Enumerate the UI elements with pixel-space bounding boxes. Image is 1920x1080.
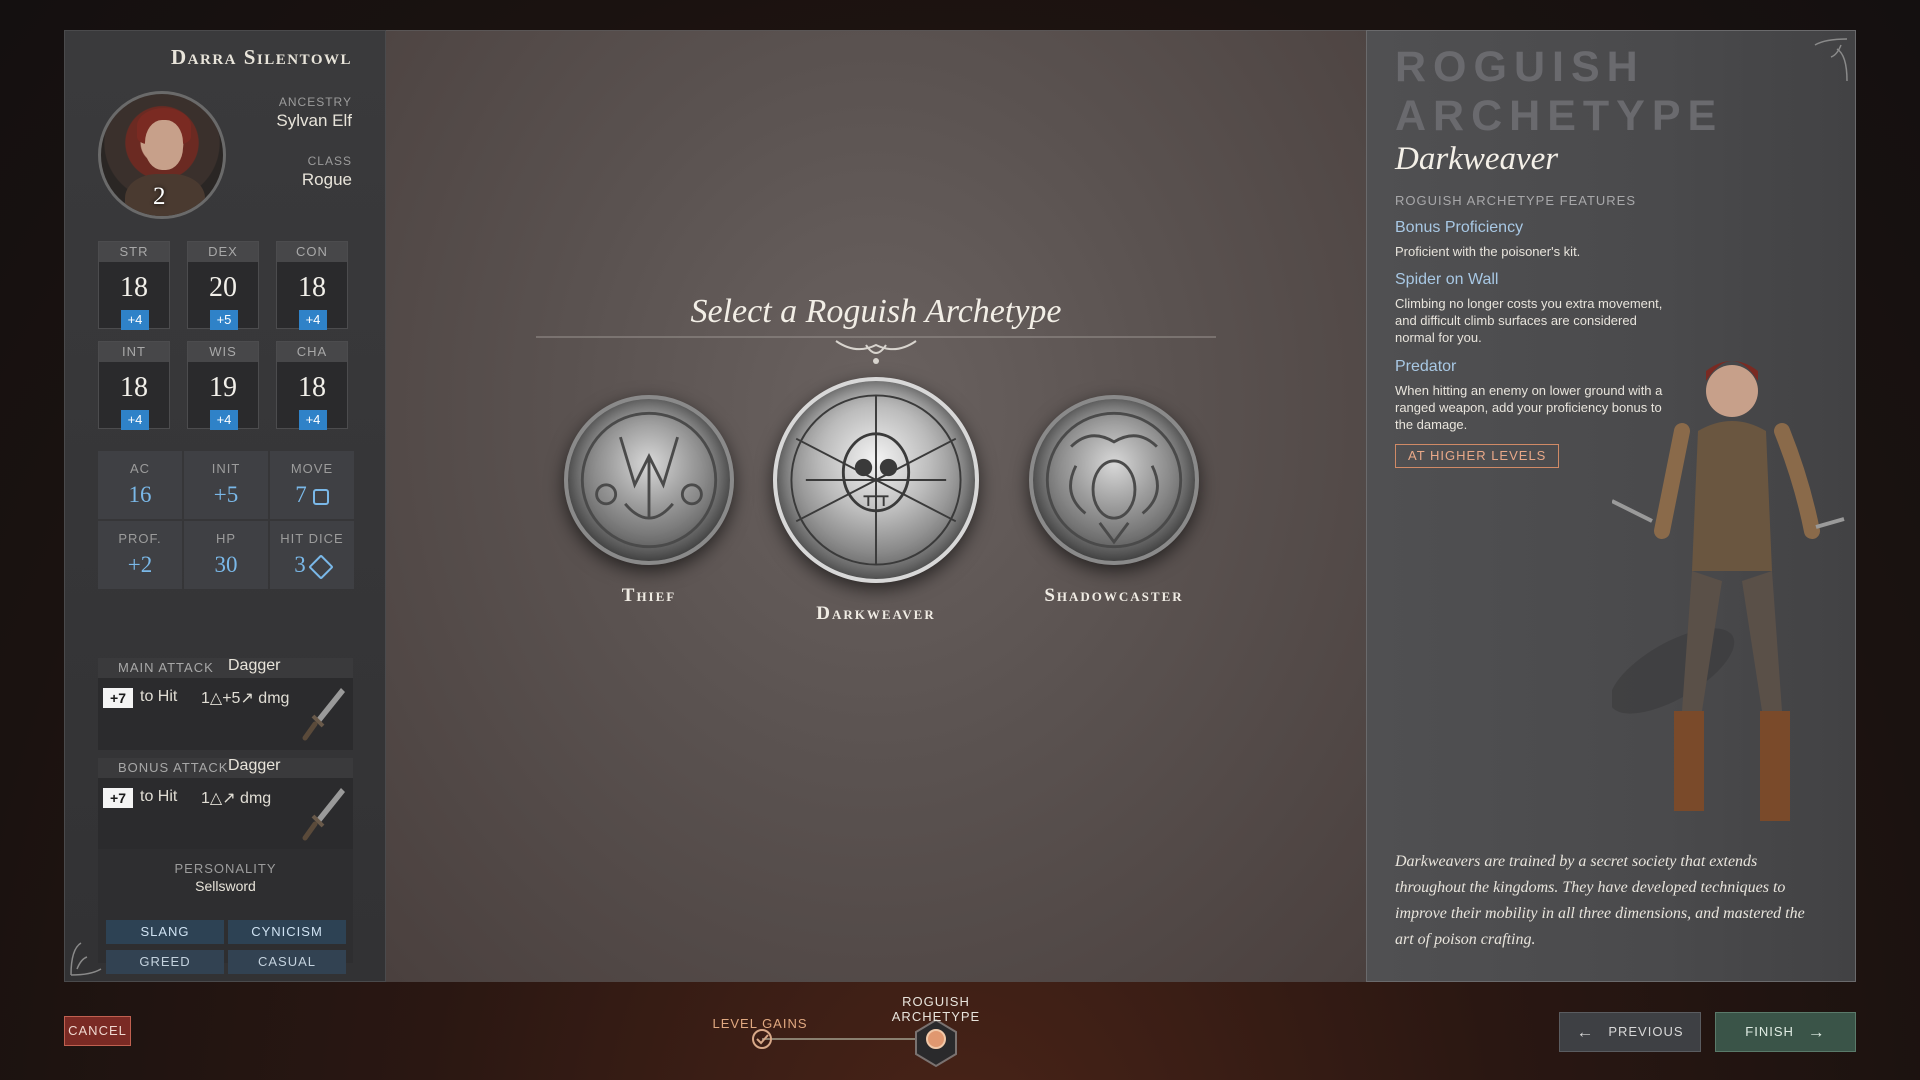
trait-cynicism[interactable]: CYNICISM <box>228 920 346 944</box>
cancel-button[interactable]: CANCEL <box>64 1016 131 1046</box>
archetype-darkweaver[interactable]: Darkweaver <box>773 377 979 625</box>
personality-value: Sellsword <box>195 878 256 894</box>
selection-title: Select a Roguish Archetype <box>690 293 1062 330</box>
ancestry-value: Sylvan Elf <box>276 111 352 130</box>
character-name: Darra Silentowl <box>170 45 352 69</box>
ability-modifier: +5 <box>210 310 238 330</box>
feature-name: Bonus Proficiency <box>1395 219 1524 236</box>
ability-wis: WIS 19 +4 <box>187 341 259 430</box>
finish-button[interactable]: FINISH → <box>1715 1012 1856 1052</box>
trait-casual[interactable]: CASUAL <box>228 950 346 974</box>
character-level: 2 <box>153 183 166 210</box>
ability-cha: CHA 18 +4 <box>276 341 348 430</box>
damage-text: 1△+5↗ dmg <box>201 690 290 707</box>
damage-text: 1△↗ dmg <box>201 790 272 807</box>
step-label-roguish-archetype: ROGUISH ARCHETYPE <box>891 994 981 1024</box>
archetype-shadowcaster[interactable]: Shadowcaster <box>1014 395 1214 607</box>
to-hit-label: to Hit <box>140 688 178 705</box>
character-panel: Darra Silentowl 2 ANCESTRY Sylvan Elf CL… <box>64 30 386 982</box>
darkweaver-emblem-icon[interactable] <box>773 377 979 583</box>
archetype-label: Darkweaver <box>816 603 936 624</box>
to-hit-badge: +7 <box>103 788 133 808</box>
stat-move: MOVE 7 <box>270 451 354 519</box>
detail-heading: ROGUISH ARCHETYPE <box>1395 43 1724 140</box>
trait-slang[interactable]: SLANG <box>106 920 224 944</box>
main-attack-label: MAIN ATTACK <box>118 660 214 675</box>
bonus-attack-weapon: Dagger <box>228 757 281 774</box>
shadowcaster-emblem-icon[interactable] <box>1029 395 1199 565</box>
ancestry-label: ANCESTRY <box>278 95 352 109</box>
higher-levels-button[interactable]: AT HIGHER LEVELS <box>1395 444 1560 468</box>
dagger-icon <box>302 688 345 741</box>
personality-label: PERSONALITY <box>174 861 277 876</box>
bonus-attack-label: BONUS ATTACK <box>118 760 229 775</box>
stat-hp: HP 30 <box>184 521 268 589</box>
to-hit-badge: +7 <box>103 688 133 708</box>
main-attack-weapon: Dagger <box>228 657 281 674</box>
trait-greed[interactable]: GREED <box>106 950 224 974</box>
thief-emblem-icon[interactable] <box>564 395 734 565</box>
ability-dex: DEX 20 +5 <box>187 241 259 330</box>
feature-desc: Proficient with the poisoner's kit. <box>1395 244 1581 259</box>
previous-label: PREVIOUS <box>1608 1024 1684 1039</box>
character-figure-icon <box>1612 361 1845 821</box>
ability-int: INT 18 +4 <box>98 341 170 430</box>
arrow-right-icon: → <box>1807 1022 1826 1042</box>
corner-ornament-icon <box>1814 38 1848 82</box>
ability-modifier: +4 <box>121 310 149 330</box>
d8-die-icon <box>308 553 334 580</box>
feature-name: Predator <box>1395 358 1457 375</box>
ability-modifier: +4 <box>121 410 149 430</box>
cube-icon <box>312 488 329 505</box>
step-progress: LEVEL GAINS ROGUISH ARCHETYPE <box>680 990 1040 1070</box>
ability-str: STR 18 +4 <box>98 241 170 330</box>
archetype-label: Shadowcaster <box>1044 585 1184 606</box>
flourish-divider-icon <box>536 336 1216 364</box>
personality-box: PERSONALITY Sellsword SLANG CYNICISM GRE… <box>98 849 353 974</box>
class-label: CLASS <box>307 154 352 168</box>
stat-prof: PROF. +2 <box>98 521 182 589</box>
archetype-thief[interactable]: Thief <box>564 395 734 607</box>
arrow-left-icon: ← <box>1576 1022 1595 1042</box>
bonus-attack[interactable]: BONUS ATTACK Dagger +7 to Hit 1△↗ dmg <box>98 757 353 850</box>
feature-name: Spider on Wall <box>1395 271 1499 288</box>
ability-modifier: +4 <box>299 310 327 330</box>
ability-con: CON 18 +4 <box>276 241 348 330</box>
archetype-detail-panel: ROGUISH ARCHETYPE Darkweaver ROGUISH ARC… <box>1366 30 1856 982</box>
ability-modifier: +4 <box>299 410 327 430</box>
features-label: ROGUISH ARCHETYPE FEATURES <box>1395 193 1637 208</box>
main-attack[interactable]: MAIN ATTACK Dagger +7 to Hit 1△+5↗ dmg <box>98 657 353 750</box>
to-hit-label: to Hit <box>140 788 178 805</box>
finish-label: FINISH <box>1745 1024 1794 1039</box>
derived-stats: AC 16 INIT +5 MOVE 7 PROF. +2 HP 30 HIT … <box>98 451 354 589</box>
corner-ornament-icon <box>70 942 102 976</box>
dagger-icon <box>302 788 345 841</box>
archetype-selection: Select a Roguish Archetype Thief Darkwea… <box>386 30 1366 982</box>
archetype-label: Thief <box>621 585 677 606</box>
previous-button[interactable]: ← PREVIOUS <box>1559 1012 1701 1052</box>
detail-subtitle: Darkweaver <box>1395 141 1559 177</box>
stat-init: INIT +5 <box>184 451 268 519</box>
stat-ac: AC 16 <box>98 451 182 519</box>
flavor-text: Darkweavers are trained by a secret soci… <box>1395 853 1805 948</box>
stat-hit-dice: HIT DICE 3 <box>270 521 354 589</box>
ability-modifier: +4 <box>210 410 238 430</box>
class-value: Rogue <box>301 170 352 189</box>
